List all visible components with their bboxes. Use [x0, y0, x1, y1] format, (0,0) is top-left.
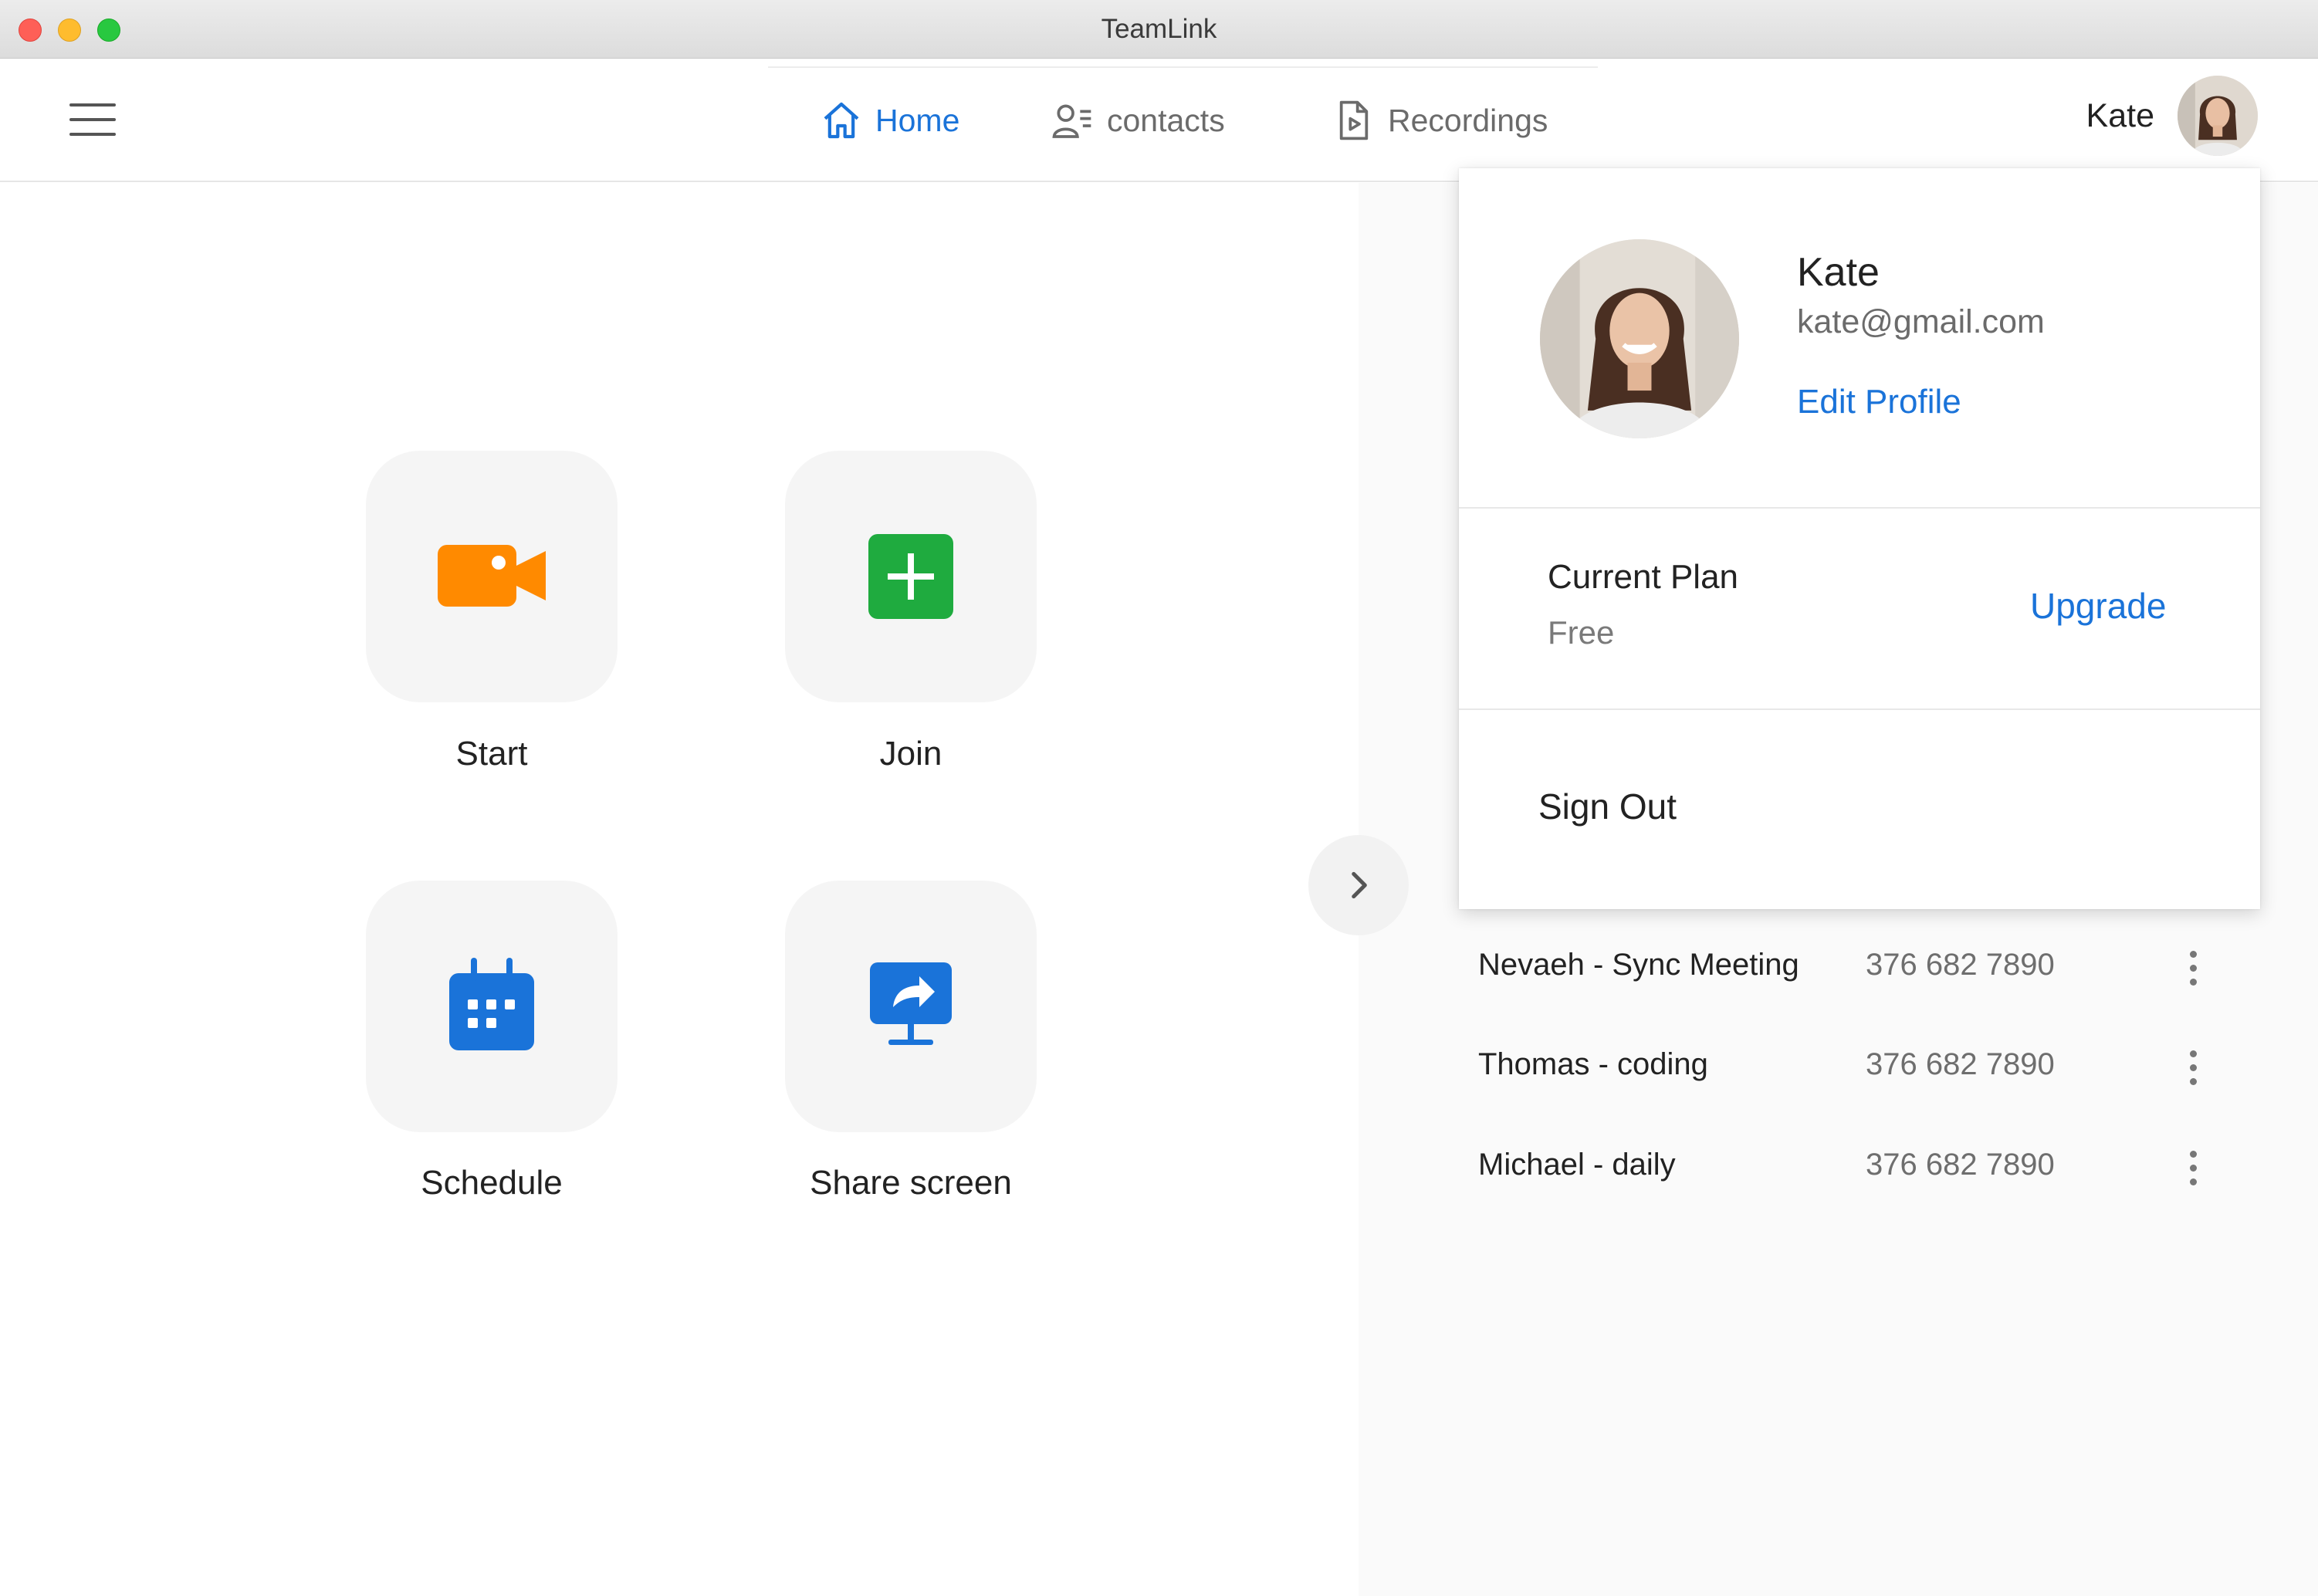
avatar-photo	[2178, 76, 2258, 156]
avatar[interactable]	[2178, 76, 2258, 156]
title-bar: TeamLink	[0, 0, 2318, 59]
join-label: Join	[879, 735, 942, 773]
profile-dropdown: Kate kate@gmail.com Edit Profile Current…	[1459, 168, 2260, 909]
profile-avatar	[1540, 239, 1739, 438]
chevron-right-icon	[1352, 871, 1367, 899]
more-options-icon[interactable]	[2184, 1149, 2200, 1188]
user-name: Kate	[2086, 96, 2154, 134]
video-camera-icon	[438, 545, 546, 607]
menu-button[interactable]	[69, 103, 116, 136]
home-icon	[824, 102, 859, 139]
meeting-row[interactable]: Nevaeh - Sync Meeting 376 682 7890	[1478, 940, 2250, 994]
profile-photo	[1540, 239, 1739, 438]
sign-out-button[interactable]: Sign Out	[1538, 786, 1677, 827]
meeting-row[interactable]: Michael - daily 376 682 7890	[1478, 1140, 2250, 1194]
more-options-icon[interactable]	[2184, 949, 2200, 988]
meeting-name: Nevaeh - Sync Meeting	[1478, 948, 1799, 982]
start-meeting-button[interactable]	[366, 451, 618, 702]
more-options-icon[interactable]	[2184, 1049, 2200, 1087]
top-navigation: Home contacts Recordings Kate	[0, 59, 2318, 182]
user-menu-trigger[interactable]: Kate	[2086, 76, 2258, 156]
upgrade-link[interactable]: Upgrade	[2030, 585, 2166, 627]
profile-name: Kate	[1797, 250, 1880, 295]
tab-recordings-label: Recordings	[1388, 102, 1548, 138]
tab-contacts[interactable]: contacts	[1051, 99, 1225, 142]
app-window: TeamLink Home contacts Recordings Kate S…	[0, 0, 2318, 1596]
edit-profile-link[interactable]: Edit Profile	[1797, 383, 1961, 421]
recordings-icon	[1339, 100, 1369, 140]
schedule-label: Schedule	[421, 1164, 563, 1202]
meeting-id: 376 682 7890	[1866, 1148, 2055, 1182]
meeting-id: 376 682 7890	[1866, 948, 2055, 982]
nav-divider	[768, 66, 1598, 68]
divider	[1459, 708, 2260, 710]
meeting-row[interactable]: Thomas - coding 376 682 7890	[1478, 1040, 2250, 1094]
window-title: TeamLink	[1101, 14, 1217, 44]
tab-home[interactable]: Home	[820, 99, 959, 142]
divider	[1459, 507, 2260, 509]
tab-home-label: Home	[875, 102, 960, 138]
profile-email: kate@gmail.com	[1797, 303, 2045, 340]
meeting-name: Thomas - coding	[1478, 1047, 1708, 1081]
share-screen-label: Share screen	[810, 1164, 1012, 1202]
current-plan-label: Current Plan	[1548, 558, 1739, 596]
meeting-name: Michael - daily	[1478, 1148, 1676, 1182]
current-plan-value: Free	[1548, 614, 1615, 651]
share-screen-button[interactable]	[785, 881, 1037, 1132]
start-label: Start	[455, 735, 528, 773]
hamburger-icon	[69, 103, 116, 107]
tab-recordings[interactable]: Recordings	[1332, 99, 1548, 142]
join-meeting-button[interactable]	[785, 451, 1037, 702]
schedule-meeting-button[interactable]	[366, 881, 618, 1132]
calendar-icon	[449, 958, 534, 1050]
contacts-icon	[1052, 104, 1091, 138]
plus-icon	[868, 534, 953, 619]
meeting-id: 376 682 7890	[1866, 1047, 2055, 1081]
collapse-panel-button[interactable]	[1308, 835, 1409, 935]
share-screen-icon	[870, 962, 952, 1045]
tab-contacts-label: contacts	[1107, 102, 1225, 138]
